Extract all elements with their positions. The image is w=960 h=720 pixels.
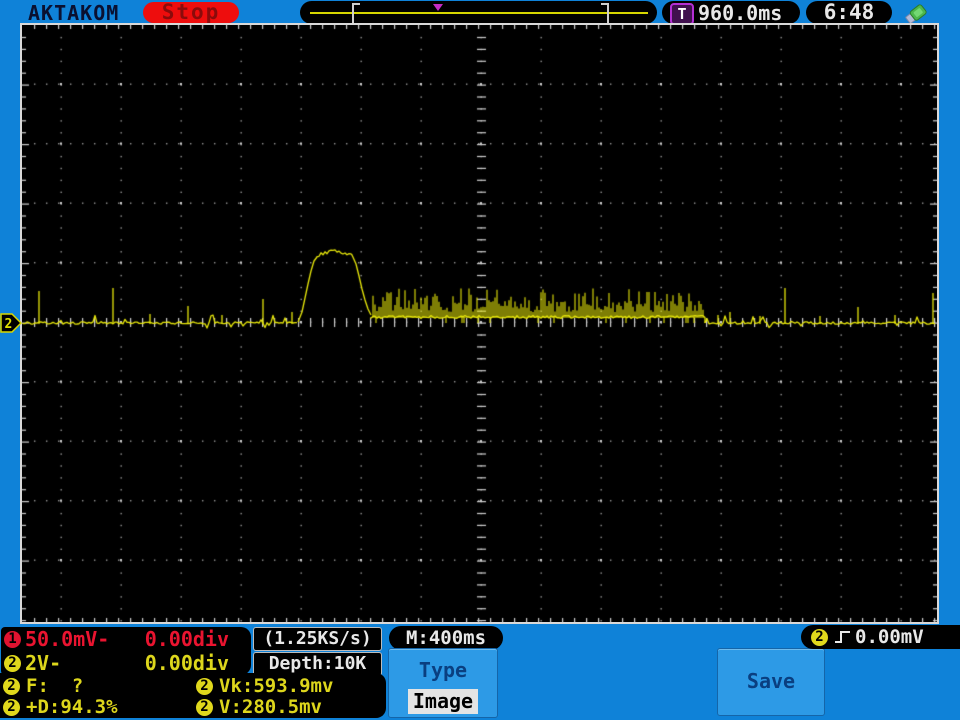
channel2-badge: 2	[4, 654, 21, 672]
type-menu-label: Type	[418, 658, 468, 682]
brand-logo: AKTAKOM	[28, 1, 120, 25]
channel1-readout: 1 50.0mV- 0.00div	[1, 627, 251, 651]
trigger-level-value: 0.00mV	[855, 626, 924, 648]
measurement-text: +D:94.3%	[26, 696, 118, 718]
rising-edge-icon	[835, 631, 850, 643]
measurement-duty: 2 +D:94.3%	[3, 696, 118, 718]
measurements-panel: 2 F: ? 2 Vk:593.9mv 2 +D:94.3% 2 V:280.5…	[0, 673, 386, 718]
channel2-position-marker: 2	[0, 313, 22, 333]
type-menu-button[interactable]: Type Image	[388, 648, 498, 718]
sample-rate-readout: (1.25KS/s)	[253, 627, 382, 651]
channel1-badge: 1	[4, 630, 21, 648]
measurement-frequency: 2 F: ?	[3, 675, 83, 697]
measurement-text: V:280.5mv	[219, 696, 322, 718]
measurement-text: F: ?	[26, 675, 84, 697]
measurement-channel-badge: 2	[196, 698, 213, 716]
trigger-delay-value: 960.0ms	[698, 1, 783, 25]
type-menu-selected-value[interactable]: Image	[408, 689, 478, 714]
measurement-voltage: 2 V:280.5mv	[196, 696, 322, 718]
channel2-position: 0.00div	[144, 651, 229, 675]
save-button[interactable]: Save	[717, 648, 825, 716]
trigger-marker-icon	[433, 4, 443, 11]
measurement-vk: 2 Vk:593.9mv	[196, 675, 333, 697]
oscilloscope-screen: { "theme": { "bar_blue": "#0f82d8", "but…	[0, 0, 960, 720]
measurement-channel-badge: 2	[3, 698, 20, 716]
channel1-position: 0.00div	[144, 627, 229, 651]
trigger-t-icon: T	[670, 3, 694, 25]
measurement-channel-badge: 2	[3, 677, 20, 695]
top-status-bar: AKTAKOM Stop T 960.0ms 6:48	[0, 0, 960, 25]
window-left-bracket-icon	[352, 3, 360, 25]
channel-readout-panel: 1 50.0mV- 0.00div 2 2V- 0.00div	[1, 627, 251, 675]
trigger-level-readout: 2 0.00mV	[801, 625, 960, 649]
measurement-channel-badge: 2	[196, 677, 213, 695]
channel2-readout: 2 2V- 0.00div	[1, 651, 251, 675]
channel2-scale: 2V-	[25, 651, 62, 675]
trigger-delay-readout: T 960.0ms	[662, 1, 800, 25]
trigger-position-slider	[300, 1, 657, 25]
usb-drive-icon	[905, 4, 927, 24]
run-status-badge: Stop	[143, 2, 239, 23]
waveform-canvas	[22, 25, 937, 622]
trigger-source-badge: 2	[811, 628, 828, 646]
record-length-line	[310, 12, 648, 14]
window-right-bracket-icon	[601, 3, 609, 25]
svg-text:2: 2	[5, 317, 13, 332]
measurement-text: Vk:593.9mv	[219, 675, 334, 697]
channel1-scale: 50.0mV-	[25, 627, 110, 651]
timebase-readout: M:400ms	[389, 626, 503, 650]
bottom-status-bar: 1 50.0mV- 0.00div 2 2V- 0.00div (1.25KS/…	[0, 625, 960, 720]
clock-readout: 6:48	[806, 1, 892, 24]
